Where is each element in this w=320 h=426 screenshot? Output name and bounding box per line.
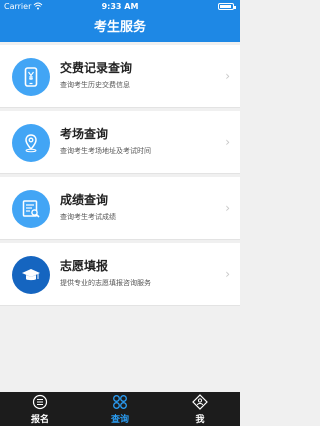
list-circle-icon: [32, 394, 48, 414]
graduation-cap-icon: [12, 256, 50, 294]
battery-icon: [218, 3, 236, 10]
tab-label: 报名: [30, 415, 49, 425]
tab-bar: 报名 查询 我: [0, 392, 240, 426]
service-list: 交费记录查询 查询考生历史交费信息 › 考场查询 查询考生考场地址及考试时间 ›: [0, 42, 240, 306]
status-time: 9:33 AM: [101, 2, 139, 11]
item-title: 志愿填报: [60, 259, 109, 273]
tab-me[interactable]: 我: [160, 392, 240, 426]
tab-register[interactable]: 报名: [0, 392, 80, 426]
tab-query[interactable]: 查询: [80, 392, 160, 426]
list-item-application[interactable]: 志愿填报 提供专业的志愿填报咨询服务 ›: [0, 243, 240, 306]
item-title: 考场查询: [60, 127, 109, 141]
location-pin-icon: [12, 124, 50, 162]
grid-icon: [112, 394, 128, 414]
chevron-right-icon: ›: [225, 69, 230, 83]
list-item-score-query[interactable]: 成绩查询 查询考生考试成绩 ›: [0, 177, 240, 240]
item-title: 成绩查询: [60, 193, 109, 207]
status-bar: Carrier 9:33 AM: [0, 0, 240, 14]
item-subtitle: 提供专业的志愿填报咨询服务: [60, 279, 151, 287]
chevron-right-icon: ›: [225, 135, 230, 149]
tab-label: 查询: [110, 415, 129, 425]
item-subtitle: 查询考生历史交费信息: [60, 81, 130, 89]
list-item-exam-venue[interactable]: 考场查询 查询考生考场地址及考试时间 ›: [0, 111, 240, 174]
chevron-right-icon: ›: [225, 267, 230, 281]
page-title: 考生服务: [93, 20, 146, 35]
nav-bar: 考生服务: [0, 14, 240, 42]
diamond-user-icon: [192, 394, 208, 414]
list-item-payment-records[interactable]: 交费记录查询 查询考生历史交费信息 ›: [0, 45, 240, 108]
document-search-icon: [12, 190, 50, 228]
chevron-right-icon: ›: [225, 201, 230, 215]
tab-label: 我: [195, 415, 205, 425]
item-subtitle: 查询考生考试成绩: [60, 213, 116, 221]
phone-yuan-icon: [12, 58, 50, 96]
item-title: 交费记录查询: [60, 61, 133, 75]
item-subtitle: 查询考生考场地址及考试时间: [60, 147, 151, 155]
